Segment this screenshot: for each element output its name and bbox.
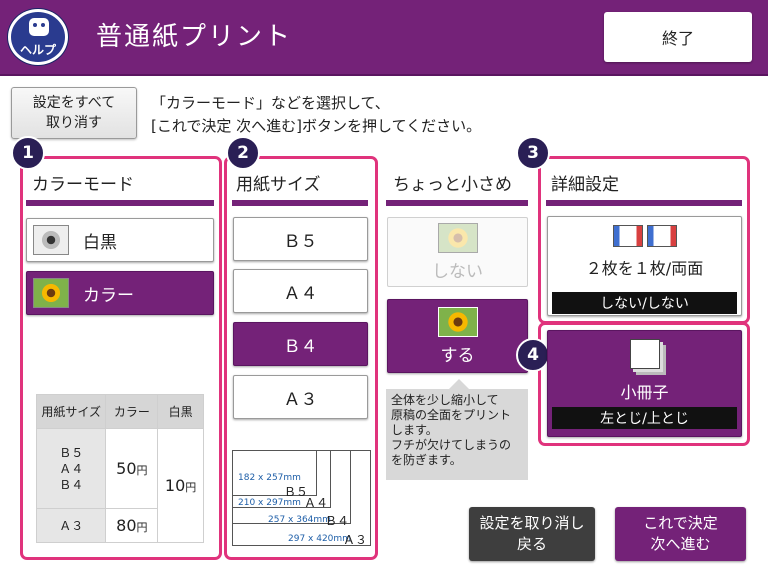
two-up-duplex-icon [612,225,677,247]
b4-dims: 257 x 364mm [268,515,331,525]
a3-name: Ａ３ [343,533,368,547]
color-mode-rule [26,200,214,206]
price-bw: 10円 [157,428,204,543]
step-badge-1: 1 [11,136,45,170]
detail-rule [546,200,742,206]
shrink-rule [386,200,528,206]
price-row2-size: Ａ３ [35,508,107,543]
confirm-next-button[interactable]: これで決定 次へ進む [615,507,746,561]
price-row2-color: 80円 [105,508,159,543]
color-mode-title: カラーモード [32,175,134,195]
step-badge-2: 2 [226,136,260,170]
b5-dims: 182 x 257mm [238,473,301,483]
step-badge-3: 3 [516,136,550,170]
detail-value-bar: しない/しない [552,292,737,314]
booklet-button[interactable]: 小冊子 左とじ/上とじ [547,330,742,437]
help-button[interactable]: ヘルプ [8,9,68,65]
option-label: カラー [83,285,134,306]
price-header-bw: 白黒 [157,394,204,429]
option-label: 白黒 [83,232,117,253]
help-label: ヘルプ [19,43,56,57]
booklet-main-label: 小冊子 [620,383,669,402]
price-row1-color: 50円 [105,428,159,509]
option-b5[interactable]: Ｂ５ [233,217,368,261]
cancel-back-button[interactable]: 設定を取り消し 戻る [469,507,595,561]
shrink-tooltip: 全体を少し縮小して 原稿の全面をプリント します。 フチが欠けてしまうの を防ぎ… [386,389,528,480]
sunflower-page-icon [437,222,478,253]
instruction-text: 「カラーモード」などを選択して、 [これで決定 次へ進む]ボタンを押してください… [151,94,482,135]
option-b4[interactable]: Ｂ４ [233,322,368,366]
detail-main-label: ２枚を１枚/両面 [585,259,704,278]
page-title: 普通紙プリント [96,22,293,52]
booklet-icon [629,339,660,369]
price-header-size: 用紙サイズ [35,394,107,429]
sunflower-mono-icon [33,225,69,255]
price-header-color: カラー [105,394,159,429]
option-a3[interactable]: Ａ３ [233,375,368,419]
step-badge-4: 4 [516,338,550,372]
a4-name: Ａ４ [304,496,329,510]
exit-button[interactable]: 終了 [604,12,752,62]
price-table: 用紙サイズ カラー 白黒 Ｂ５ Ａ４ Ｂ４ 50円 10円 Ａ３ 80円 [35,394,204,543]
shrink-title: ちょっと小さめ [393,175,512,195]
option-label: する [440,345,475,366]
b4-name: Ｂ４ [325,514,350,528]
option-shrink-on[interactable]: する [387,299,528,373]
reset-all-button[interactable]: 設定をすべて 取り消す [11,87,137,139]
paper-size-diagram: 182 x 257mm Ｂ５ 210 x 297mm Ａ４ 257 x 364m… [232,450,372,550]
a4-dims: 210 x 297mm [238,498,301,508]
paper-size-title: 用紙サイズ [236,175,321,195]
option-color[interactable]: カラー [26,271,214,315]
detail-settings-button[interactable]: ２枚を１枚/両面 しない/しない [547,216,742,316]
option-a4[interactable]: Ａ４ [233,269,368,313]
option-label: しない [432,261,483,282]
booklet-value-bar: 左とじ/上とじ [552,407,737,429]
sunflower-page-shrink-icon [437,306,478,337]
price-row1-sizes: Ｂ５ Ａ４ Ｂ４ [35,428,107,509]
a3-dims: 297 x 420mm [288,534,351,544]
help-chat-icon [29,18,49,36]
option-monochrome[interactable]: 白黒 [26,218,214,262]
sunflower-color-icon [33,278,69,308]
detail-title: 詳細設定 [551,175,619,195]
tooltip-arrow [449,379,469,389]
paper-size-rule [232,200,368,206]
option-shrink-off[interactable]: しない [387,217,528,287]
